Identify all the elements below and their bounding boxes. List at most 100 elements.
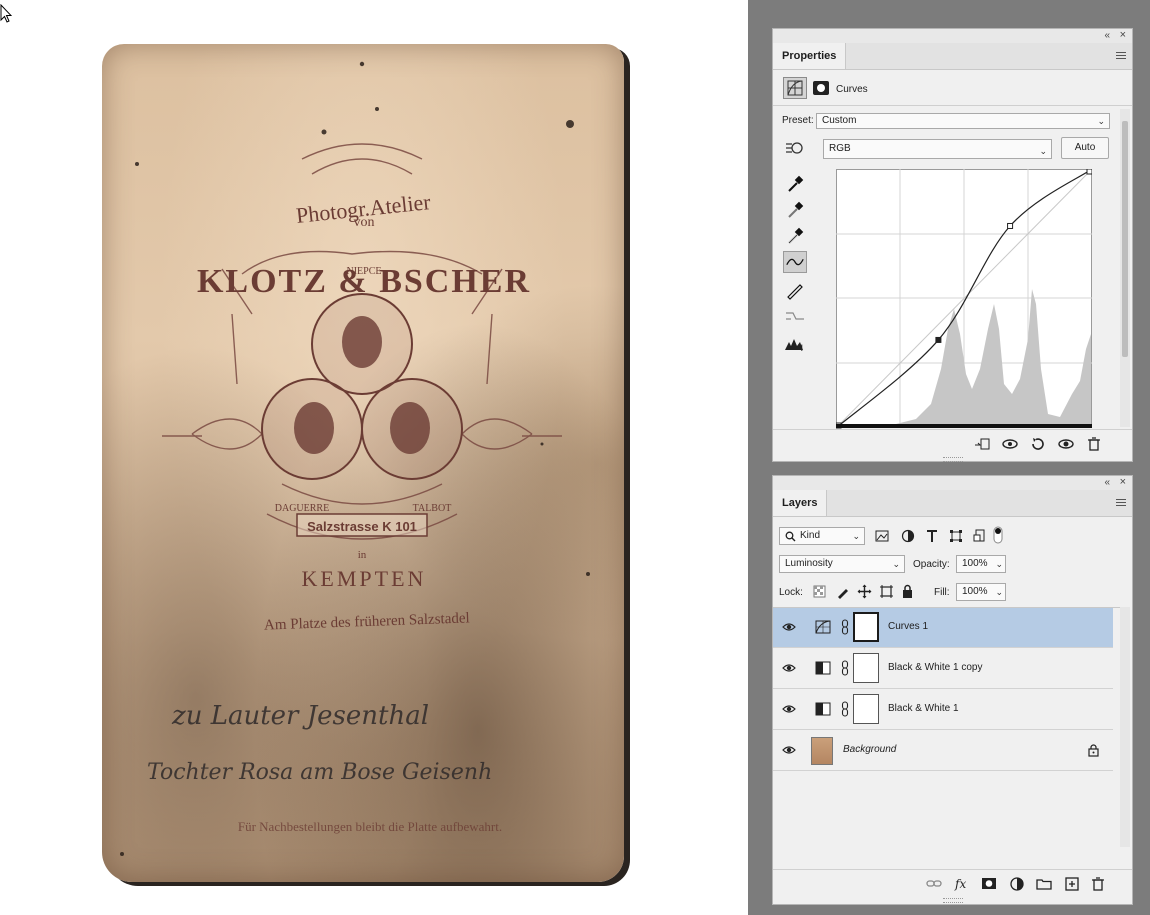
curve-control-point[interactable] <box>1086 169 1092 175</box>
preset-label: Preset: <box>782 115 814 126</box>
lock-move-icon[interactable] <box>857 584 872 599</box>
filter-pixel-icon[interactable] <box>875 529 889 543</box>
mask-link-icon[interactable] <box>841 619 849 635</box>
layers-list: Curves 1 Black & White 1 copy Black & Wh… <box>773 607 1123 848</box>
card-in: in <box>358 549 367 561</box>
group-folder-icon[interactable] <box>1035 875 1053 893</box>
white-eyedropper-icon[interactable] <box>783 225 807 247</box>
resize-grip[interactable] <box>942 457 963 462</box>
fill-label: Fill: <box>934 587 950 598</box>
collapse-panel-icon[interactable]: « <box>1104 477 1110 488</box>
card-street: Salzstrasse K 101 <box>307 519 417 534</box>
link-icon[interactable] <box>925 875 943 893</box>
properties-tab-row: Properties <box>773 43 1132 70</box>
delete-icon[interactable] <box>1089 875 1107 893</box>
chevron-down-icon: ⌄ <box>852 531 860 541</box>
layers-scrollbar[interactable] <box>1120 607 1130 847</box>
collapse-panel-icon[interactable]: « <box>1104 30 1110 41</box>
card-banner-left: DAGUERRE <box>275 503 329 514</box>
filter-shape-icon[interactable] <box>949 529 963 543</box>
layer-mask-thumbnail[interactable] <box>853 694 879 724</box>
document-canvas[interactable]: Photogr.Atelier von KLOTZ & BSCHER NIEPC… <box>0 0 748 915</box>
filter-adjustment-icon[interactable] <box>901 529 915 543</box>
layer-row-curves-1[interactable]: Curves 1 <box>773 608 1113 648</box>
scrollbar-thumb[interactable] <box>1122 121 1128 357</box>
layer-name[interactable]: Curves 1 <box>888 621 928 632</box>
divider <box>773 105 1132 106</box>
curve-control-point[interactable] <box>1007 222 1014 229</box>
chevron-down-icon: ⌄ <box>892 559 900 569</box>
visibility-eye-icon[interactable] <box>782 621 796 633</box>
channel-dropdown[interactable]: RGB ⌄ <box>823 139 1052 159</box>
layer-name[interactable]: Black & White 1 <box>888 703 959 714</box>
mask-link-icon[interactable] <box>841 660 849 676</box>
layer-name[interactable]: Background <box>843 744 896 755</box>
clip-to-layer-icon[interactable] <box>973 435 991 453</box>
gray-eyedropper-icon[interactable] <box>783 199 807 221</box>
clipping-warning-icon[interactable]: ! <box>783 333 807 355</box>
layer-row-black-white-1-copy[interactable]: Black & White 1 copy <box>773 649 1113 689</box>
curves-adjustment-icon[interactable] <box>783 77 807 99</box>
pencil-icon[interactable] <box>783 279 807 301</box>
filter-smart-object-icon[interactable] <box>973 529 987 543</box>
layer-mask-thumbnail[interactable] <box>853 612 879 642</box>
layer-row-background[interactable]: Background <box>773 731 1113 771</box>
reset-icon[interactable] <box>1029 435 1047 453</box>
delete-icon[interactable] <box>1085 435 1103 453</box>
blend-mode-value: Luminosity <box>785 558 833 569</box>
panel-menu-icon[interactable] <box>1116 52 1126 61</box>
visibility-icon[interactable] <box>1057 435 1075 453</box>
fx-icon[interactable]: fx <box>953 875 971 893</box>
mask-link-icon[interactable] <box>841 701 849 717</box>
filter-type-icon[interactable] <box>925 529 939 543</box>
close-panel-icon[interactable]: × <box>1120 476 1126 488</box>
layers-footer: fx <box>773 869 1132 898</box>
background-thumbnail[interactable] <box>811 737 833 765</box>
lock-all-icon[interactable] <box>901 584 914 599</box>
lock-label: Lock: <box>779 587 803 598</box>
smooth-icon[interactable] <box>783 305 807 327</box>
layer-mask-icon[interactable] <box>813 81 829 95</box>
handwriting-line2: Tochter Rosa am Bose Geisenh <box>147 760 492 785</box>
close-panel-icon[interactable]: × <box>1120 29 1126 41</box>
visibility-eye-icon[interactable] <box>782 703 796 715</box>
black-white-layer-icon <box>815 702 831 716</box>
visibility-eye-icon[interactable] <box>782 662 796 674</box>
lock-icon[interactable] <box>1088 744 1099 757</box>
new-layer-icon[interactable] <box>1063 875 1081 893</box>
view-previous-icon[interactable] <box>1001 435 1019 453</box>
auto-button[interactable]: Auto <box>1061 137 1109 159</box>
on-image-adjust-icon[interactable] <box>783 139 805 157</box>
opacity-label: Opacity: <box>913 559 950 570</box>
lock-transparent-icon[interactable] <box>813 585 826 598</box>
panel-menu-icon[interactable] <box>1116 499 1126 508</box>
adjustment-icon[interactable] <box>1008 875 1026 893</box>
black-eyedropper-icon[interactable] <box>783 173 807 195</box>
filter-toggle-icon[interactable] <box>993 526 1003 544</box>
tab-properties[interactable]: Properties <box>773 43 847 69</box>
tab-layers[interactable]: Layers <box>773 490 828 516</box>
black-gradient-strip <box>836 424 1092 428</box>
layer-row-black-white-1[interactable]: Black & White 1 <box>773 690 1113 730</box>
curve-control-point[interactable] <box>935 336 942 343</box>
lock-paint-icon[interactable] <box>836 585 850 599</box>
blend-mode-dropdown[interactable]: Luminosity ⌄ <box>779 555 905 573</box>
opacity-value: 100% <box>962 558 988 569</box>
chevron-down-icon: ⌄ <box>1097 116 1105 126</box>
properties-collapse-bar: « × <box>773 29 1132 44</box>
add-mask-icon[interactable] <box>980 875 998 893</box>
visibility-eye-icon[interactable] <box>782 744 796 756</box>
mouse-cursor-icon <box>0 4 12 23</box>
filter-kind-dropdown[interactable]: Kind ⌄ <box>779 527 865 545</box>
properties-scrollbar[interactable] <box>1120 109 1130 427</box>
resize-grip[interactable] <box>942 898 963 903</box>
layer-mask-thumbnail[interactable] <box>853 653 879 683</box>
properties-panel: « × Properties Curves Preset: Custom ⌄ R… <box>772 28 1133 462</box>
opacity-field[interactable]: 100% ⌄ <box>956 555 1006 573</box>
fill-field[interactable]: 100% ⌄ <box>956 583 1006 601</box>
curves-graph[interactable] <box>836 169 1092 429</box>
layer-name[interactable]: Black & White 1 copy <box>888 662 982 673</box>
lock-artboard-icon[interactable] <box>879 584 894 599</box>
curve-point-icon[interactable] <box>783 251 807 273</box>
preset-dropdown[interactable]: Custom ⌄ <box>816 113 1110 129</box>
